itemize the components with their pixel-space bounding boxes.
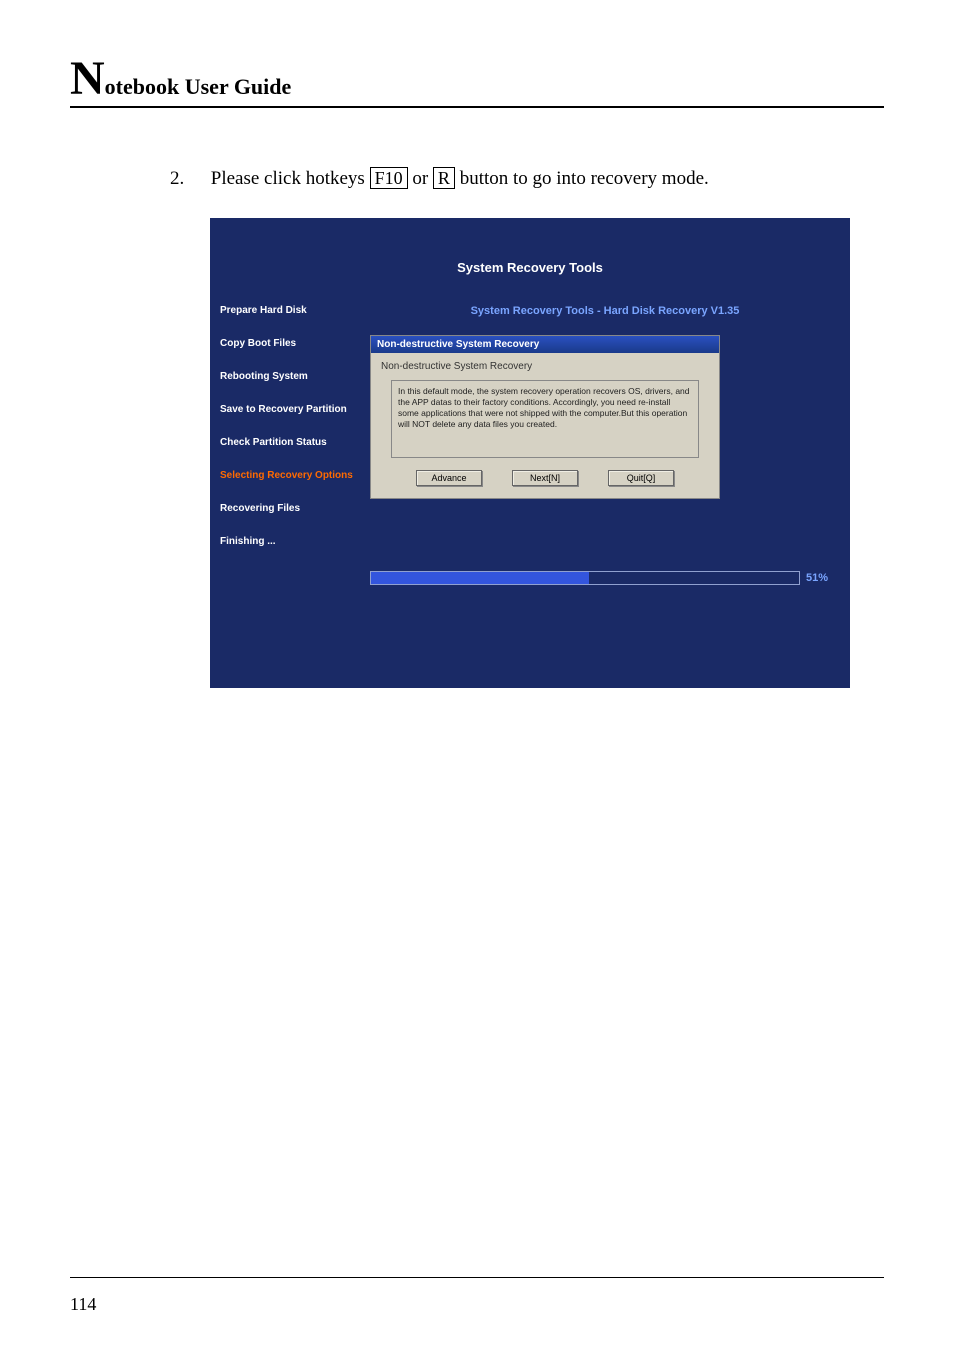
progress-percent: 51% bbox=[806, 572, 840, 584]
instruction-suffix: button to go into recovery mode. bbox=[455, 168, 709, 189]
step-number: 2. bbox=[170, 168, 206, 190]
keycap-r: R bbox=[433, 167, 455, 189]
page-number: 114 bbox=[70, 1294, 96, 1314]
step-prepare-hard-disk: Prepare Hard Disk bbox=[220, 305, 370, 316]
step-list: Prepare Hard Disk Copy Boot Files Reboot… bbox=[210, 305, 370, 685]
header-initial: N bbox=[70, 60, 105, 98]
advance-button[interactable]: Advance bbox=[416, 470, 482, 486]
recovery-screenshot: System Recovery Tools Prepare Hard Disk … bbox=[210, 218, 850, 688]
progress-bar bbox=[370, 571, 800, 585]
dialog-body-text: In this default mode, the system recover… bbox=[391, 380, 699, 458]
progress-fill bbox=[371, 572, 589, 584]
right-panel: System Recovery Tools - Hard Disk Recove… bbox=[370, 305, 850, 685]
next-button[interactable]: Next[N] bbox=[512, 470, 578, 486]
dialog-subtitle: Non-destructive System Recovery bbox=[371, 353, 719, 380]
header-rest: otebook User Guide bbox=[105, 74, 292, 99]
right-panel-title: System Recovery Tools - Hard Disk Recove… bbox=[370, 305, 840, 317]
step-copy-boot-files: Copy Boot Files bbox=[220, 338, 370, 349]
step-finishing: Finishing ... bbox=[220, 536, 370, 547]
progress-wrap: 51% bbox=[370, 571, 840, 585]
instruction-mid: or bbox=[408, 168, 433, 189]
instruction-step: 2. Please click hotkeys F10 or R button … bbox=[170, 168, 884, 190]
step-recovering-files: Recovering Files bbox=[220, 503, 370, 514]
page-footer: 114 bbox=[70, 1277, 884, 1315]
page-header: Notebook User Guide bbox=[70, 60, 884, 108]
step-save-to-recovery-partition: Save to Recovery Partition bbox=[220, 404, 370, 415]
step-selecting-recovery-options: Selecting Recovery Options bbox=[220, 470, 370, 481]
keycap-f10: F10 bbox=[370, 167, 408, 189]
step-rebooting-system: Rebooting System bbox=[220, 371, 370, 382]
quit-button[interactable]: Quit[Q] bbox=[608, 470, 674, 486]
step-check-partition-status: Check Partition Status bbox=[220, 437, 370, 448]
recovery-dialog: Non-destructive System Recovery Non-dest… bbox=[370, 335, 720, 499]
dialog-button-row: Advance Next[N] Quit[Q] bbox=[371, 470, 719, 498]
screenshot-title: System Recovery Tools bbox=[210, 218, 850, 305]
instruction-prefix: Please click hotkeys bbox=[211, 168, 370, 189]
dialog-header: Non-destructive System Recovery bbox=[371, 336, 719, 353]
